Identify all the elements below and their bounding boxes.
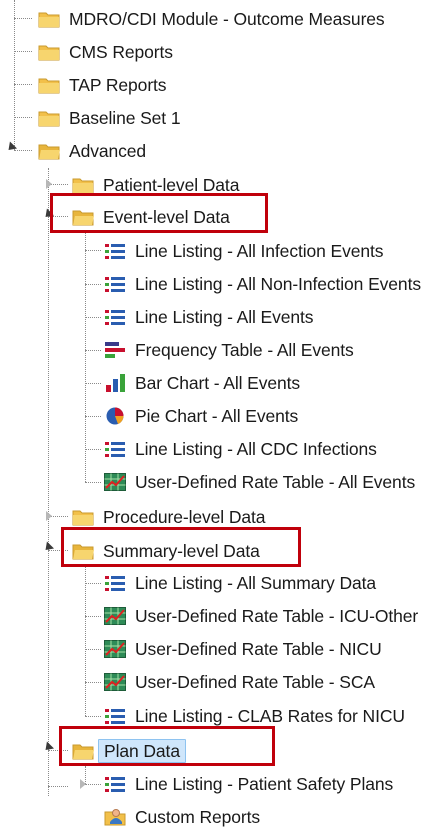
folder-icon (38, 76, 60, 94)
folder-icon (72, 176, 94, 194)
collapse-arrow-icon[interactable] (41, 741, 55, 754)
tree-item-report[interactable]: Frequency Table - All Events (104, 333, 354, 366)
tree-connector (14, 84, 32, 85)
tree-item-report[interactable]: User-Defined Rate Table - All Events (104, 465, 415, 498)
tree-item-report[interactable]: Pie Chart - All Events (104, 399, 298, 432)
folder-icon (38, 10, 60, 28)
tree-item-report[interactable]: Bar Chart - All Events (104, 366, 300, 399)
tree-connector (85, 583, 101, 584)
highlight-box (59, 726, 275, 766)
tree-item-label: Line Listing - All Infection Events (135, 240, 384, 261)
collapse-arrow-icon[interactable] (4, 141, 18, 154)
tree-connector (85, 449, 101, 450)
tree-item-custom-reports[interactable]: Custom Reports (104, 800, 260, 833)
tree-item-label: User-Defined Rate Table - ICU-Other (135, 605, 419, 626)
tree-item-label: Procedure-level Data (103, 506, 266, 527)
line-listing-icon (104, 574, 126, 592)
tree-connector (85, 482, 101, 483)
tree-connector (85, 784, 101, 785)
tree-item-report[interactable]: Line Listing - All CDC Infections (104, 432, 377, 465)
tree-connector (14, 0, 15, 150)
rate-table-icon (104, 606, 126, 625)
tree-item-cms-reports[interactable]: CMS Reports (38, 35, 173, 68)
tree-connector (14, 51, 32, 52)
tree-item-report[interactable]: User-Defined Rate Table - ICU-Other (104, 599, 418, 632)
tree-connector (85, 566, 86, 716)
tree-item-label: User-Defined Rate Table - SCA (135, 671, 375, 692)
tree-item-label: Line Listing - All Non-Infection Events (135, 273, 421, 294)
line-listing-icon (104, 275, 126, 293)
collapse-arrow-icon[interactable] (41, 541, 55, 554)
tree-item-label: Line Listing - All Events (135, 306, 314, 327)
highlight-box (50, 193, 268, 233)
expand-arrow-icon[interactable] (46, 511, 52, 521)
tree-item-label: Baseline Set 1 (69, 107, 181, 128)
rate-table-icon (104, 672, 126, 691)
tree-item-mdro-cdi[interactable]: MDRO/CDI Module - Outcome Measures (38, 2, 385, 35)
tree-item-label: Advanced (69, 140, 147, 161)
tree-item-report[interactable]: Line Listing - All Events (104, 300, 314, 333)
tree-connector (85, 383, 101, 384)
tree-item-baseline-set-1[interactable]: Baseline Set 1 (38, 101, 181, 134)
line-listing-icon (104, 308, 126, 326)
tree-item-report[interactable]: User-Defined Rate Table - NICU (104, 632, 382, 665)
line-listing-icon (104, 440, 126, 458)
tree-item-label: User-Defined Rate Table - NICU (135, 638, 382, 659)
tree-connector (14, 18, 32, 19)
pie-chart-icon (104, 407, 126, 425)
tree-item-label: MDRO/CDI Module - Outcome Measures (69, 8, 385, 29)
tree-item-label: Frequency Table - All Events (135, 339, 354, 360)
tree-item-label: TAP Reports (69, 74, 167, 95)
expand-arrow-icon[interactable] (80, 779, 86, 789)
tree-item-report[interactable]: User-Defined Rate Table - SCA (104, 665, 375, 698)
line-listing-icon (104, 775, 126, 793)
tree-connector (14, 117, 32, 118)
tree-connector (14, 150, 32, 151)
tree-connector (85, 250, 101, 251)
tree-item-label: User-Defined Rate Table - All Events (135, 471, 416, 492)
tree-connector (85, 350, 101, 351)
rate-table-icon (104, 472, 126, 491)
tree-item-report[interactable]: Line Listing - All Infection Events (104, 234, 384, 267)
tree-item-label: CMS Reports (69, 41, 173, 62)
line-listing-icon (104, 707, 126, 725)
highlight-box (61, 527, 301, 567)
folder-icon (72, 508, 94, 526)
tree-item-label: Line Listing - Patient Safety Plans (135, 773, 394, 794)
rate-table-icon (104, 639, 126, 658)
tree-connector (85, 232, 86, 482)
tree-item-label: Bar Chart - All Events (135, 372, 301, 393)
tree-connector (85, 416, 101, 417)
tree-connector (85, 616, 101, 617)
tree-item-label: Line Listing - All Summary Data (135, 572, 377, 593)
tree-item-label: Custom Reports (135, 806, 261, 827)
frequency-table-icon (104, 341, 126, 359)
tree-item-label: Line Listing - CLAB Rates for NICU (135, 705, 405, 726)
tree-item-report[interactable]: Line Listing - All Summary Data (104, 566, 376, 599)
tree-item-report[interactable]: Line Listing - Patient Safety Plans (104, 767, 393, 800)
tree-item-advanced[interactable]: Advanced (38, 134, 146, 167)
tree-connector (85, 649, 101, 650)
folder-icon (38, 43, 60, 61)
tree-connector (85, 284, 101, 285)
expand-arrow-icon[interactable] (46, 179, 52, 189)
report-tree: MDRO/CDI Module - Outcome Measures CMS R… (0, 0, 444, 829)
tree-connector (85, 682, 101, 683)
line-listing-icon (104, 242, 126, 260)
tree-item-tap-reports[interactable]: TAP Reports (38, 68, 167, 101)
custom-reports-icon (104, 808, 126, 826)
tree-item-label: Pie Chart - All Events (135, 405, 299, 426)
tree-connector (85, 317, 101, 318)
bar-chart-icon (104, 373, 126, 392)
tree-connector (48, 786, 68, 787)
tree-item-label: Line Listing - All CDC Infections (135, 438, 377, 459)
folder-open-icon (38, 142, 60, 160)
tree-item-report[interactable]: Line Listing - All Non-Infection Events (104, 267, 421, 300)
folder-icon (38, 109, 60, 127)
tree-connector (85, 716, 101, 717)
tree-connector (48, 168, 49, 796)
